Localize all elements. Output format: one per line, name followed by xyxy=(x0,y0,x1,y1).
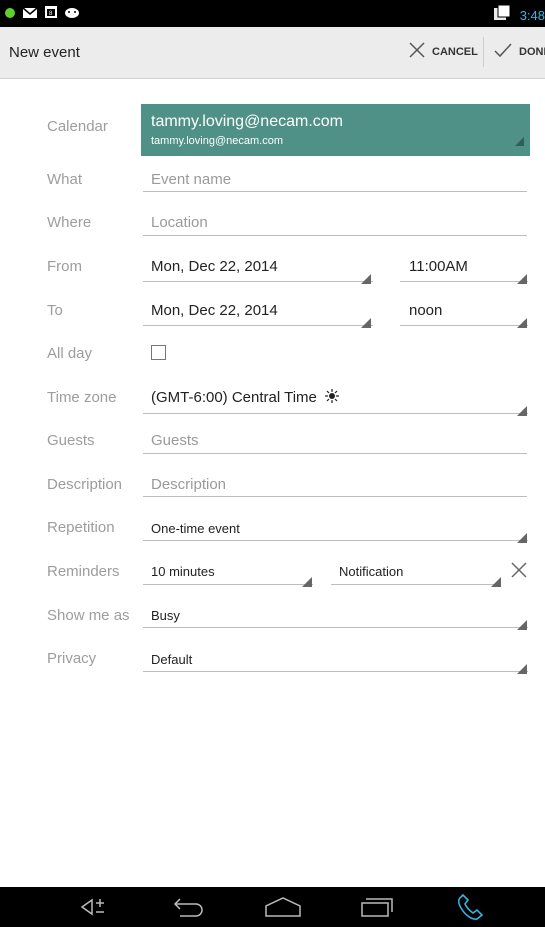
all-day-label: All day xyxy=(47,345,93,362)
navigation-bar xyxy=(0,887,545,927)
cancel-label: CANCEL xyxy=(432,45,478,58)
dropdown-corner-icon xyxy=(491,574,501,587)
show-me-as-spinner[interactable]: Busy xyxy=(151,608,180,623)
home-icon[interactable] xyxy=(264,894,302,925)
back-icon[interactable] xyxy=(170,894,206,925)
daylight-sun-icon xyxy=(325,389,340,407)
privacy-label: Privacy xyxy=(47,650,97,667)
reminders-label: Reminders xyxy=(47,563,120,580)
done-label: DONE xyxy=(519,45,545,58)
calendar-account: tammy.loving@necam.com xyxy=(151,113,343,130)
phone-icon[interactable] xyxy=(455,893,487,927)
description-underline xyxy=(143,496,527,497)
dropdown-corner-icon xyxy=(517,315,527,328)
time-zone-spinner[interactable]: (GMT-6:00) Central Time xyxy=(151,389,340,407)
dropdown-corner-icon xyxy=(517,617,527,630)
guests-field[interactable]: Guests xyxy=(151,432,199,449)
dropdown-corner-icon xyxy=(302,574,312,587)
close-icon xyxy=(408,41,426,62)
from-time-underline xyxy=(400,281,528,282)
calendar-label: Calendar xyxy=(47,118,108,135)
reminder-minutes-underline xyxy=(143,584,313,585)
location-field[interactable]: Location xyxy=(151,214,208,231)
description-label: Description xyxy=(47,476,123,493)
show-me-as-label: Show me as xyxy=(47,607,130,624)
event-name-underline xyxy=(143,191,527,192)
sync-icon xyxy=(492,4,512,27)
where-label: Where xyxy=(47,214,92,231)
time-zone-value: (GMT-6:00) Central Time xyxy=(151,389,317,406)
repetition-label: Repetition xyxy=(47,519,115,536)
cancel-button[interactable]: CANCEL xyxy=(408,41,478,62)
time-zone-underline xyxy=(143,413,528,414)
what-label: What xyxy=(47,171,83,188)
clock: 3:48 xyxy=(519,8,545,23)
remove-reminder-icon[interactable] xyxy=(510,561,528,584)
calendar-selector[interactable]: tammy.loving@necam.com tammy.loving@neca… xyxy=(141,104,530,156)
status-bar: 8 3:48 xyxy=(0,0,545,27)
from-time-spinner[interactable]: 11:00AM xyxy=(409,258,468,275)
guests-label: Guests xyxy=(47,432,95,449)
divider xyxy=(483,37,484,67)
calendar-account-sub: tammy.loving@necam.com xyxy=(151,135,283,147)
reminder-method-spinner[interactable]: Notification xyxy=(339,564,403,579)
mail-icon xyxy=(22,6,38,24)
from-date-spinner[interactable]: Mon, Dec 22, 2014 xyxy=(151,258,278,275)
from-date-underline xyxy=(143,281,373,282)
privacy-spinner[interactable]: Default xyxy=(151,652,192,667)
volume-icon[interactable] xyxy=(80,894,112,925)
event-name-field[interactable]: Event name xyxy=(151,171,231,188)
show-me-as-underline xyxy=(143,627,528,628)
to-date-spinner[interactable]: Mon, Dec 22, 2014 xyxy=(151,302,278,319)
page-title: New event xyxy=(9,44,80,61)
guests-underline xyxy=(143,453,527,454)
description-field[interactable]: Description xyxy=(151,476,226,493)
time-zone-label: Time zone xyxy=(47,389,117,406)
reminder-minutes-spinner[interactable]: 10 minutes xyxy=(151,564,215,579)
dropdown-corner-icon xyxy=(515,133,524,151)
green-dot-icon xyxy=(4,6,16,24)
all-day-checkbox[interactable] xyxy=(151,345,166,360)
reminder-method-underline xyxy=(331,584,501,585)
action-bar: New event CANCEL DONE xyxy=(0,27,545,79)
dropdown-corner-icon xyxy=(517,403,527,416)
dropdown-corner-icon xyxy=(361,315,371,328)
location-underline xyxy=(143,235,527,236)
privacy-underline xyxy=(143,671,528,672)
dropdown-corner-icon xyxy=(517,530,527,543)
recents-icon[interactable] xyxy=(360,894,396,925)
dropdown-corner-icon xyxy=(517,661,527,674)
calendar-icon: 8 xyxy=(44,5,58,24)
repetition-underline xyxy=(143,540,528,541)
from-label: From xyxy=(47,258,82,275)
done-button[interactable]: DONE xyxy=(493,41,545,62)
to-time-spinner[interactable]: noon xyxy=(409,302,442,319)
android-icon xyxy=(64,5,80,24)
repetition-spinner[interactable]: One-time event xyxy=(151,521,240,536)
to-date-underline xyxy=(143,325,373,326)
to-time-underline xyxy=(400,325,528,326)
to-label: To xyxy=(47,302,63,319)
dropdown-corner-icon xyxy=(361,271,371,284)
check-icon xyxy=(493,41,513,62)
dropdown-corner-icon xyxy=(517,271,527,284)
